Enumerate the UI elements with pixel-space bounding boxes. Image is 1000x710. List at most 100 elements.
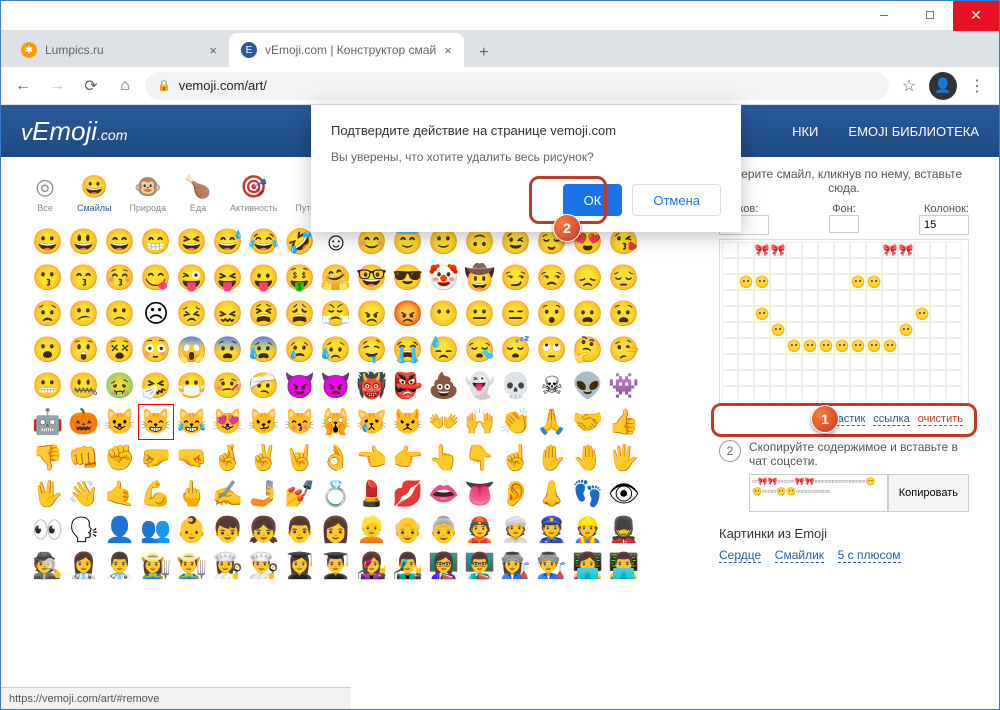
emoji-cell[interactable]: 😬 [31, 369, 65, 403]
canvas-cell[interactable] [722, 354, 738, 370]
canvas-cell[interactable] [914, 242, 930, 258]
canvas-cell[interactable] [738, 258, 754, 274]
canvas-cell[interactable] [930, 370, 946, 386]
profile-avatar[interactable]: 👤 [929, 72, 957, 100]
canvas-cell[interactable] [866, 258, 882, 274]
canvas-cell[interactable]: 😶 [850, 274, 866, 290]
emoji-cell[interactable]: 😁 [139, 225, 173, 259]
canvas-cell[interactable] [738, 306, 754, 322]
emoji-cell[interactable]: 😿 [355, 405, 389, 439]
emoji-cell[interactable]: 👍 [607, 405, 641, 439]
canvas-cell[interactable] [738, 370, 754, 386]
category-tab[interactable]: 🍗Еда [184, 173, 212, 213]
canvas-cell[interactable] [754, 370, 770, 386]
emoji-cell[interactable]: 🎃 [67, 405, 101, 439]
canvas-cell[interactable] [786, 242, 802, 258]
emoji-cell[interactable]: 💍 [319, 477, 353, 511]
emoji-cell[interactable]: 👣 [571, 477, 605, 511]
emoji-cell[interactable]: 💂 [607, 513, 641, 547]
emoji-cell[interactable]: 😰 [247, 333, 281, 367]
emoji-cell[interactable]: 🖕 [175, 477, 209, 511]
canvas-cell[interactable] [946, 338, 962, 354]
emoji-cell[interactable]: 👁 [607, 477, 641, 511]
emoji-cell[interactable]: 😱 [175, 333, 209, 367]
emoji-cell[interactable]: ✍ [211, 477, 245, 511]
canvas-cell[interactable]: 🎀 [882, 242, 898, 258]
canvas-cell[interactable] [786, 290, 802, 306]
emoji-cell[interactable]: 😵 [103, 333, 137, 367]
emoji-cell[interactable]: 😢 [283, 333, 317, 367]
emoji-cell[interactable]: 👳 [499, 513, 533, 547]
cols-input[interactable] [919, 215, 969, 235]
emoji-cell[interactable]: 😨 [211, 333, 245, 367]
emoji-cell[interactable]: 💀 [499, 369, 533, 403]
emoji-cell[interactable]: 👩 [319, 513, 353, 547]
nav-item[interactable]: НКИ [792, 124, 818, 139]
maximize-button[interactable]: ☐ [907, 1, 953, 31]
canvas-cell[interactable] [834, 290, 850, 306]
canvas-cell[interactable] [834, 386, 850, 402]
reload-button[interactable]: ⟳ [77, 72, 105, 100]
emoji-cell[interactable]: 🤢 [103, 369, 137, 403]
canvas-cell[interactable] [802, 354, 818, 370]
canvas-cell[interactable] [946, 306, 962, 322]
emoji-cell[interactable]: 😫 [247, 297, 281, 331]
emoji-cell[interactable]: 😓 [427, 333, 461, 367]
canvas-cell[interactable] [754, 338, 770, 354]
canvas-cell[interactable] [802, 242, 818, 258]
emoji-cell[interactable]: 👀 [31, 513, 65, 547]
emoji-cell[interactable]: 👨‍🏭 [535, 549, 569, 583]
canvas-cell[interactable] [834, 274, 850, 290]
emoji-cell[interactable]: 🙄 [535, 333, 569, 367]
canvas-cell[interactable] [786, 386, 802, 402]
canvas-cell[interactable] [930, 290, 946, 306]
emoji-cell[interactable]: 👤 [103, 513, 137, 547]
emoji-cell[interactable]: 👆 [427, 441, 461, 475]
emoji-cell[interactable]: 😛 [247, 261, 281, 295]
emoji-cell[interactable]: 🤘 [283, 441, 317, 475]
canvas-cell[interactable] [914, 290, 930, 306]
emoji-cell[interactable]: 👮 [535, 513, 569, 547]
canvas-cell[interactable] [770, 290, 786, 306]
canvas-cell[interactable] [770, 274, 786, 290]
emoji-cell[interactable]: 👨‍🌾 [175, 549, 209, 583]
emoji-cell[interactable]: 😐 [463, 297, 497, 331]
emoji-cell[interactable]: 👐 [427, 405, 461, 439]
emoji-cell[interactable]: 🤧 [139, 369, 173, 403]
clear-link[interactable]: очистить [918, 413, 963, 426]
canvas-cell[interactable] [722, 258, 738, 274]
emoji-cell[interactable]: 👨 [283, 513, 317, 547]
close-tab-icon[interactable]: × [209, 43, 217, 58]
canvas-cell[interactable] [722, 338, 738, 354]
emoji-cell[interactable]: ☠ [535, 369, 569, 403]
canvas-cell[interactable] [722, 306, 738, 322]
canvas-cell[interactable] [914, 338, 930, 354]
canvas-cell[interactable]: 😶 [882, 338, 898, 354]
emoji-cell[interactable]: 🤡 [427, 261, 461, 295]
canvas-cell[interactable] [866, 242, 882, 258]
home-button[interactable]: ⌂ [111, 72, 139, 100]
canvas-cell[interactable]: 😶 [786, 338, 802, 354]
emoji-cell[interactable]: 😜 [175, 261, 209, 295]
canvas-cell[interactable] [882, 274, 898, 290]
canvas-cell[interactable] [722, 274, 738, 290]
emoji-cell[interactable]: 😽 [283, 405, 317, 439]
canvas-cell[interactable] [802, 290, 818, 306]
canvas-cell[interactable] [834, 370, 850, 386]
emoji-cell[interactable]: 👩‍🌾 [139, 549, 173, 583]
emoji-cell[interactable]: 👏 [499, 405, 533, 439]
emoji-cell[interactable]: 👩‍⚕️ [67, 549, 101, 583]
emoji-cell[interactable]: 😾 [391, 405, 425, 439]
emoji-cell[interactable]: 🕵 [31, 549, 65, 583]
canvas-cell[interactable] [802, 306, 818, 322]
emoji-cell[interactable]: 👩‍💻 [571, 549, 605, 583]
canvas-cell[interactable] [738, 290, 754, 306]
canvas-cell[interactable]: 😶 [898, 322, 914, 338]
minimize-button[interactable]: ─ [861, 1, 907, 31]
category-tab[interactable]: 😀Смайлы [77, 173, 111, 213]
emoji-cell[interactable]: 👋 [67, 477, 101, 511]
canvas-cell[interactable] [882, 322, 898, 338]
canvas-cell[interactable] [770, 370, 786, 386]
emoji-cell[interactable]: 😪 [463, 333, 497, 367]
canvas-cell[interactable] [850, 386, 866, 402]
